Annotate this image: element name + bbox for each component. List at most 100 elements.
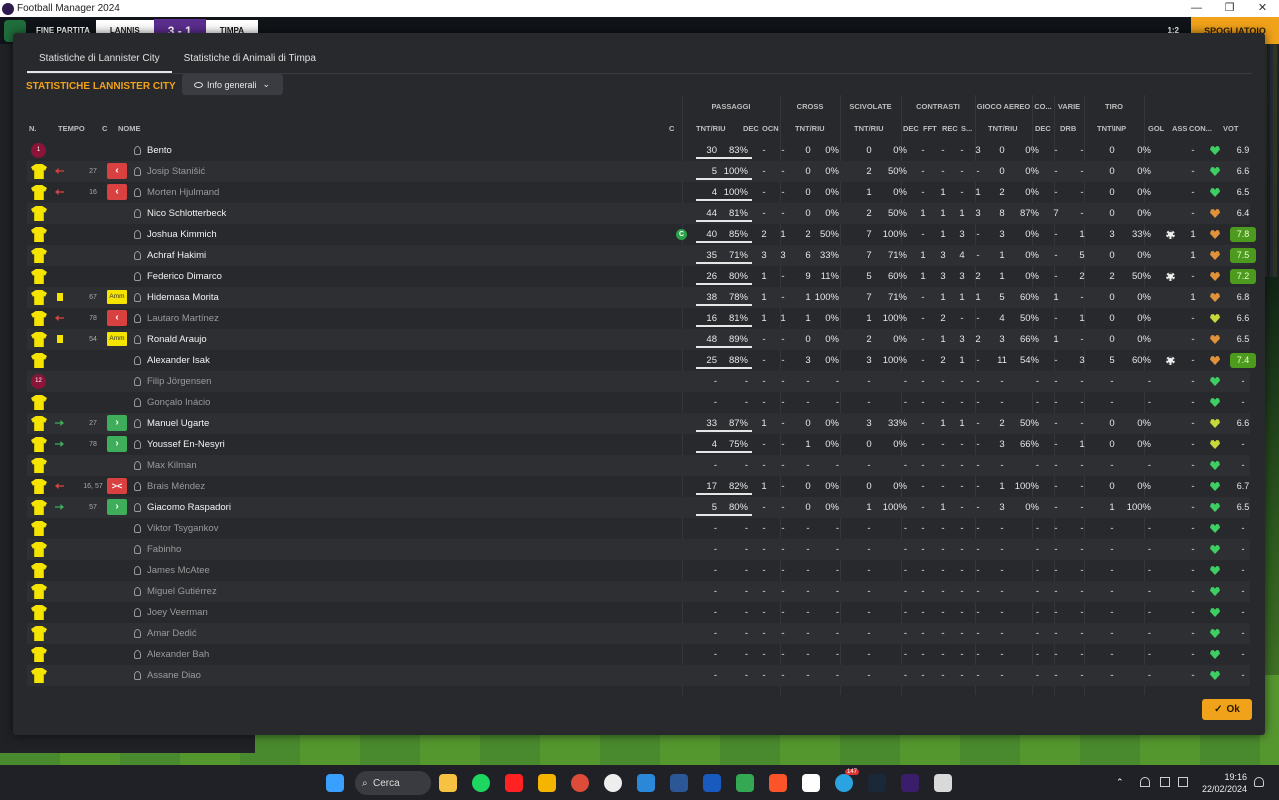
table-row[interactable]: Joshua Kimmich C 40 85% 2 1 2 50% 7 100% -1 3-3 0% -1…: [27, 224, 1256, 245]
person-icon[interactable]: [134, 671, 141, 680]
player-name[interactable]: Hidemasa Morita: [147, 287, 219, 308]
player-name[interactable]: Manuel Ugarte: [147, 413, 209, 434]
google-drive-icon[interactable]: [736, 774, 754, 792]
person-icon[interactable]: [134, 146, 141, 155]
person-icon[interactable]: [134, 209, 141, 218]
windows-start-icon[interactable]: [326, 774, 344, 792]
col-gol[interactable]: GOL: [1148, 124, 1164, 133]
col-number[interactable]: N.: [29, 124, 37, 133]
person-icon[interactable]: [134, 650, 141, 659]
col-pass-tnt[interactable]: TNT/RIU: [696, 124, 726, 133]
notion-icon[interactable]: [802, 774, 820, 792]
person-icon[interactable]: [134, 545, 141, 554]
volume-icon[interactable]: [1160, 777, 1170, 787]
table-row[interactable]: James McAtee - - - - - - - - - - - - - - - - - - - -: [27, 560, 1250, 581]
col-captain[interactable]: C: [669, 124, 674, 133]
table-row[interactable]: 27 › Manuel Ugarte 33 87% 1-0 0% 3 33% -1 1-2 50% - -…: [27, 413, 1250, 434]
battery-icon[interactable]: [1178, 777, 1188, 787]
app-icon[interactable]: [604, 774, 622, 792]
player-name[interactable]: Brais Méndez: [147, 476, 205, 497]
player-name[interactable]: Amar Dedić: [147, 623, 197, 644]
player-name[interactable]: Viktor Tsygankov: [147, 518, 218, 539]
close-button[interactable]: ✕: [1246, 0, 1279, 17]
person-icon[interactable]: [134, 377, 141, 386]
table-row[interactable]: Alexander Bah - - - - - - - - - - - - - - - - - - - -: [27, 644, 1250, 665]
person-icon[interactable]: [134, 629, 141, 638]
player-name[interactable]: Josip Stanišić: [147, 161, 205, 182]
player-name[interactable]: Youssef En-Nesyri: [147, 434, 225, 455]
table-row[interactable]: 16, 57 >< Brais Méndez 17 82% 1-0 0% 0 0% - - - -1 10…: [27, 476, 1250, 497]
table-row[interactable]: Assane Diao - - - - - - - - - - - - - - - - - - - -: [27, 665, 1250, 686]
word-icon[interactable]: [703, 774, 721, 792]
table-row[interactable]: 78 ‹ Lautaro Martínez 16 81% 1 1 1 0% 1 100% -2- -4 5…: [27, 308, 1250, 329]
steam-icon[interactable]: [868, 774, 886, 792]
minimize-button[interactable]: —: [1180, 0, 1213, 17]
col-contr-s[interactable]: S...: [961, 124, 972, 133]
player-name[interactable]: Filip Jörgensen: [147, 371, 211, 392]
person-icon[interactable]: [134, 272, 141, 281]
col-ass[interactable]: ASS: [1172, 124, 1187, 133]
person-icon[interactable]: [134, 356, 141, 365]
col-con[interactable]: CON...: [1189, 124, 1212, 133]
col-pass-dec[interactable]: DEC: [743, 124, 759, 133]
person-icon[interactable]: [134, 482, 141, 491]
player-name[interactable]: Giacomo Raspadori: [147, 497, 231, 518]
person-icon[interactable]: [134, 398, 141, 407]
col-cross-tnt[interactable]: TNT/RIU: [795, 124, 825, 133]
spotify-icon[interactable]: [472, 774, 490, 792]
col-time[interactable]: TEMPO: [58, 124, 85, 133]
player-name[interactable]: Gonçalo Inácio: [147, 392, 210, 413]
table-row[interactable]: Fabinho - - - - - - - - - - - - - - - - - - - -: [27, 539, 1250, 560]
player-name[interactable]: Morten Hjulmand: [147, 182, 219, 203]
player-name[interactable]: Miguel Gutiérrez: [147, 581, 217, 602]
table-row[interactable]: Miguel Gutiérrez - - - - - - - - - - - - - - - - - - - -: [27, 581, 1250, 602]
player-name[interactable]: Federico Dimarco: [147, 266, 222, 287]
col-name[interactable]: NOME: [118, 124, 141, 133]
person-icon[interactable]: [134, 314, 141, 323]
player-name[interactable]: Joshua Kimmich: [147, 224, 217, 245]
player-name[interactable]: Achraf Hakimi: [147, 245, 206, 266]
col-c[interactable]: C: [102, 124, 107, 133]
table-row[interactable]: Joey Veerman - - - - - - - - - - - - - - - - - - - -: [27, 602, 1250, 623]
person-icon[interactable]: [134, 335, 141, 344]
player-name[interactable]: Alexander Bah: [147, 644, 209, 665]
taskbar-search[interactable]: ⌕ Cerca: [355, 771, 431, 795]
col-contr-rec[interactable]: REC: [942, 124, 958, 133]
player-name[interactable]: Ronald Araujo: [147, 329, 207, 350]
person-icon[interactable]: [134, 461, 141, 470]
col-voto[interactable]: VOT: [1223, 124, 1238, 133]
football-manager-icon[interactable]: [901, 774, 919, 792]
col-co-dec[interactable]: DEC: [1035, 124, 1051, 133]
col-aereo-tnt[interactable]: TNT/RIU: [988, 124, 1018, 133]
col-drb[interactable]: DRB: [1060, 124, 1076, 133]
table-row[interactable]: Amar Dedić - - - - - - - - - - - - - - - - - - - -: [27, 623, 1250, 644]
table-row[interactable]: 57 › Giacomo Raspadori 5 80% - -0 0% 1 100% -1- -3 0…: [27, 497, 1250, 518]
notification-bell-icon[interactable]: [1254, 777, 1264, 787]
col-contr-dec[interactable]: DEC: [903, 124, 919, 133]
table-row[interactable]: Viktor Tsygankov - - - - - - - - - - - - - - - - - - - -: [27, 518, 1250, 539]
person-icon[interactable]: [134, 440, 141, 449]
youtube-icon[interactable]: [505, 774, 523, 792]
table-row[interactable]: 67 Amm Hidemasa Morita 38 78% 1-1 100% 7 71% -1 1 1…: [27, 287, 1250, 308]
table-row[interactable]: 1 Bento 30 83% - -0 0% 0 0% - - -3 0 0% - -0 0% -6.9: [27, 140, 1250, 161]
person-icon[interactable]: [134, 230, 141, 239]
view-dropdown[interactable]: Info generali ⌄: [182, 74, 283, 95]
person-icon[interactable]: [134, 251, 141, 260]
person-icon[interactable]: [134, 524, 141, 533]
person-icon[interactable]: [134, 188, 141, 197]
table-row[interactable]: 12 Filip Jörgensen - - - - - - - - - - - - - - - - - - - -: [27, 371, 1250, 392]
brave-icon[interactable]: [769, 774, 787, 792]
player-name[interactable]: Bento: [147, 140, 172, 161]
col-tiro-tnt[interactable]: TNT\INP: [1097, 124, 1126, 133]
table-row[interactable]: Gonçalo Inácio - - - - - - - - - - - - - - - - - - - -: [27, 392, 1250, 413]
col-contr-fft[interactable]: FFT: [923, 124, 937, 133]
table-row[interactable]: Max Kilman - - - - - - - - - - - - - - - - - - - -: [27, 455, 1250, 476]
wifi-icon[interactable]: [1140, 777, 1150, 787]
calendar-icon[interactable]: [637, 774, 655, 792]
person-icon[interactable]: [134, 419, 141, 428]
player-name[interactable]: Joey Veerman: [147, 602, 208, 623]
table-row[interactable]: Alexander Isak 25 88% - -3 0% 3 100% -2 1-11 54% -3…: [27, 350, 1256, 371]
person-icon[interactable]: [134, 608, 141, 617]
table-row[interactable]: 54 Amm Ronald Araujo 48 89% - -0 0% 2 0% -1 3 2 3 66% 1…: [27, 329, 1250, 350]
photos-icon[interactable]: [538, 774, 556, 792]
